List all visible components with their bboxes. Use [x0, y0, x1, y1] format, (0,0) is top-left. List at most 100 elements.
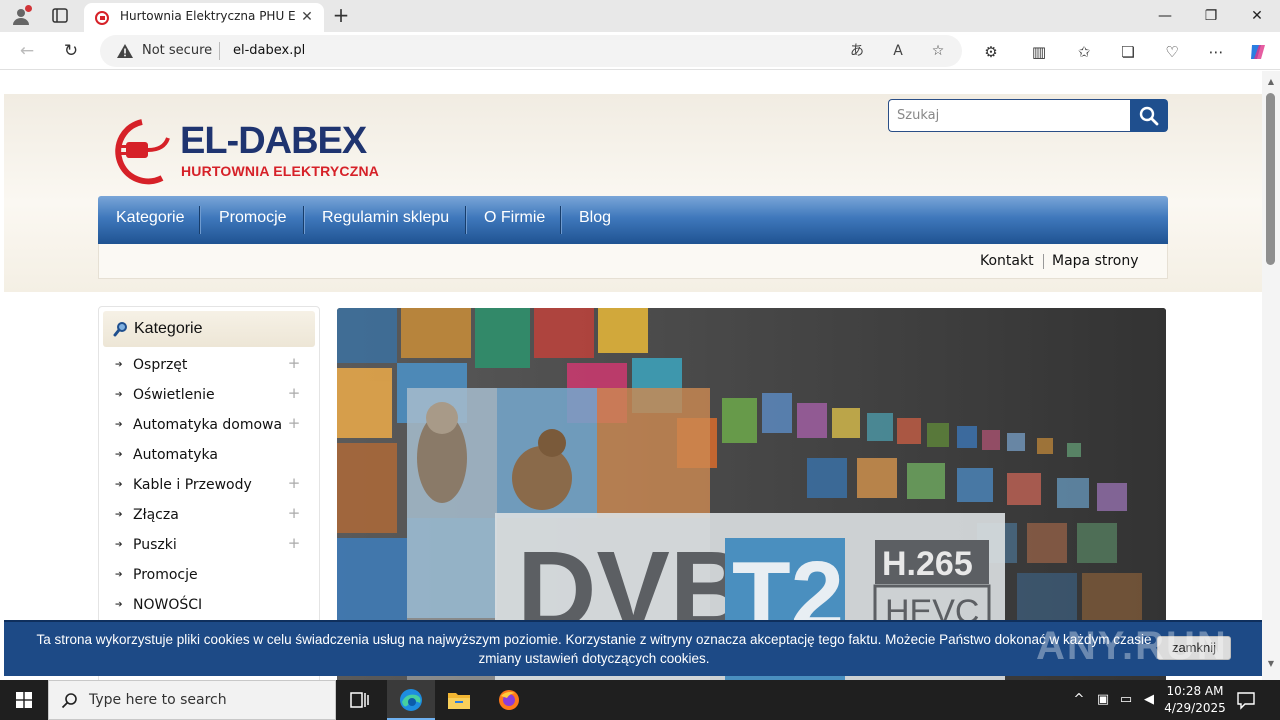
network-icon[interactable]: ▭	[1117, 691, 1135, 709]
svg-text:H.265: H.265	[882, 545, 973, 583]
favicon-icon	[94, 10, 110, 26]
warning-icon[interactable]	[116, 43, 134, 59]
sidebar-item-kable[interactable]: ➔ Kable i Przewody +	[99, 471, 319, 501]
clock-date: 4/29/2025	[1164, 701, 1226, 715]
secondary-navigation: Kontakt Mapa strony	[98, 244, 1168, 279]
chevron-up-icon[interactable]: ^	[1070, 691, 1088, 709]
notifications-icon[interactable]	[1236, 690, 1256, 710]
address-bar[interactable]: Not secure el-dabex.pl あ A ☆	[100, 35, 962, 67]
folder-icon	[448, 693, 470, 709]
refresh-icon[interactable]: ↻	[60, 40, 82, 62]
page-viewport: EL-DABEX HURTOWNIA ELEKTRYCZNA Kategorie…	[0, 71, 1262, 680]
close-tab-icon[interactable]: ✕	[298, 8, 316, 26]
collections-icon[interactable]: ❏	[1117, 41, 1139, 63]
nav-o-firmie[interactable]: O Firmie	[484, 209, 545, 227]
scroll-down-icon[interactable]: ▼	[1266, 659, 1276, 669]
site-logo[interactable]: EL-DABEX HURTOWNIA ELEKTRYCZNA	[102, 114, 379, 188]
link-mapa-strony[interactable]: Mapa strony	[1052, 253, 1139, 269]
arrow-right-icon: ➔	[115, 360, 123, 370]
site-search-input[interactable]	[888, 99, 1130, 132]
sidebar-item-oswietlenie[interactable]: ➔ Oświetlenie +	[99, 381, 319, 411]
read-aloud-icon[interactable]: A	[888, 41, 908, 61]
arrow-right-icon: ➔	[115, 420, 123, 430]
page-scrollbar[interactable]: ▲ ▼	[1262, 71, 1280, 680]
logo-title: EL-DABEX	[180, 120, 367, 162]
copilot-icon[interactable]	[1247, 41, 1269, 63]
expand-plus-icon[interactable]: +	[287, 505, 301, 521]
more-menu-icon[interactable]: ⋯	[1205, 41, 1227, 63]
start-button[interactable]	[0, 680, 48, 720]
sidebar-item-puszki[interactable]: ➔ Puszki +	[99, 531, 319, 561]
search-button[interactable]	[1130, 99, 1168, 132]
arrow-right-icon: ➔	[115, 540, 123, 550]
favorites-icon[interactable]: ✩	[1073, 41, 1095, 63]
sidebar-item-nowosci[interactable]: ➔ NOWOŚCI	[99, 591, 319, 621]
minimize-button[interactable]: —	[1150, 4, 1180, 28]
windows-taskbar: Type here to search ^ ▣ ▭ ◀ 10:28 AM 4/2…	[0, 680, 1280, 720]
expand-plus-icon[interactable]: +	[287, 475, 301, 491]
omnibox-divider	[219, 42, 220, 60]
browser-tabbar: Hurtownia Elektryczna PHU EL-DABEX ✕ + —…	[0, 0, 1280, 32]
system-clock[interactable]: 10:28 AM 4/29/2025	[1160, 683, 1230, 717]
cookie-close-button[interactable]: zamknij	[1157, 636, 1231, 660]
windows-logo-icon	[16, 692, 32, 708]
url-text[interactable]: el-dabex.pl	[233, 43, 305, 58]
scroll-thumb[interactable]	[1266, 93, 1275, 265]
link-kontakt[interactable]: Kontakt	[980, 253, 1034, 269]
cookie-message: Ta strona wykorzystuje pliki cookies w c…	[36, 632, 1152, 666]
arrow-right-icon: ➔	[115, 450, 123, 460]
logo-subtitle: HURTOWNIA ELEKTRYCZNA	[181, 163, 380, 179]
taskbar-firefox[interactable]	[485, 680, 533, 720]
split-screen-icon[interactable]: ▥	[1028, 41, 1050, 63]
taskbar-edge[interactable]	[387, 680, 435, 720]
expand-plus-icon[interactable]: +	[287, 355, 301, 371]
sidebar-title: Kategorie	[134, 320, 203, 337]
arrow-right-icon: ➔	[115, 600, 123, 610]
device-icon[interactable]: ▣	[1094, 691, 1112, 709]
browser-tab-active[interactable]: Hurtownia Elektryczna PHU EL-DABEX ✕	[84, 3, 324, 32]
expand-plus-icon[interactable]: +	[287, 385, 301, 401]
arrow-right-icon: ➔	[115, 390, 123, 400]
search-icon	[1139, 106, 1159, 126]
expand-plus-icon[interactable]: +	[287, 535, 301, 551]
nav-promocje[interactable]: Promocje	[219, 209, 287, 227]
sidebar-item-automatyka[interactable]: ➔ Automatyka	[99, 441, 319, 471]
tab-actions-icon[interactable]	[48, 6, 72, 26]
sidebar-header: Kategorie	[103, 311, 315, 347]
magnifier-icon	[113, 322, 127, 337]
cookie-consent-bar: Ta strona wykorzystuje pliki cookies w c…	[4, 620, 1262, 676]
arrow-right-icon: ➔	[115, 570, 123, 580]
taskbar-search-box[interactable]: Type here to search	[48, 680, 336, 720]
translate-icon[interactable]: あ	[847, 41, 867, 61]
search-icon	[61, 693, 77, 709]
clock-time: 10:28 AM	[1166, 684, 1224, 698]
sidebar-item-zlacza[interactable]: ➔ Złącza +	[99, 501, 319, 531]
profile-icon[interactable]	[10, 5, 32, 27]
sidebar-item-automatyka-domowa[interactable]: ➔ Automatyka domowa +	[99, 411, 319, 441]
expand-plus-icon[interactable]: +	[287, 415, 301, 431]
firefox-icon	[499, 690, 519, 710]
task-view-button[interactable]	[336, 680, 384, 720]
restore-button[interactable]: ❐	[1196, 4, 1226, 28]
taskbar-file-explorer[interactable]	[435, 680, 483, 720]
nav-blog[interactable]: Blog	[579, 209, 611, 227]
new-tab-button[interactable]: +	[330, 4, 352, 26]
edge-icon	[400, 689, 422, 711]
back-icon[interactable]: ←	[16, 40, 38, 62]
browser-toolbar: ← ↻ Not secure el-dabex.pl あ A ☆ ⚙ ▥ ✩ ❏…	[0, 32, 1280, 70]
close-window-button[interactable]: ✕	[1242, 4, 1272, 28]
sidebar-item-osprzet[interactable]: ➔ Osprzęt +	[99, 351, 319, 381]
browser-essentials-icon[interactable]: ♡	[1161, 41, 1183, 63]
favorite-star-icon[interactable]: ☆	[928, 41, 948, 61]
task-view-icon	[350, 692, 369, 708]
volume-icon[interactable]: ◀	[1140, 691, 1158, 709]
scroll-up-icon[interactable]: ▲	[1266, 77, 1276, 87]
nav-kategorie[interactable]: Kategorie	[116, 209, 185, 227]
not-secure-label[interactable]: Not secure	[142, 43, 212, 58]
site-header: EL-DABEX HURTOWNIA ELEKTRYCZNA Kategorie…	[4, 94, 1262, 292]
main-navigation: Kategorie Promocje Regulamin sklepu O Fi…	[98, 196, 1168, 244]
nav-regulamin[interactable]: Regulamin sklepu	[322, 209, 449, 227]
extensions-icon[interactable]: ⚙	[980, 41, 1002, 63]
sidebar-item-promocje[interactable]: ➔ Promocje	[99, 561, 319, 591]
tab-title: Hurtownia Elektryczna PHU EL-DABEX	[120, 9, 296, 23]
